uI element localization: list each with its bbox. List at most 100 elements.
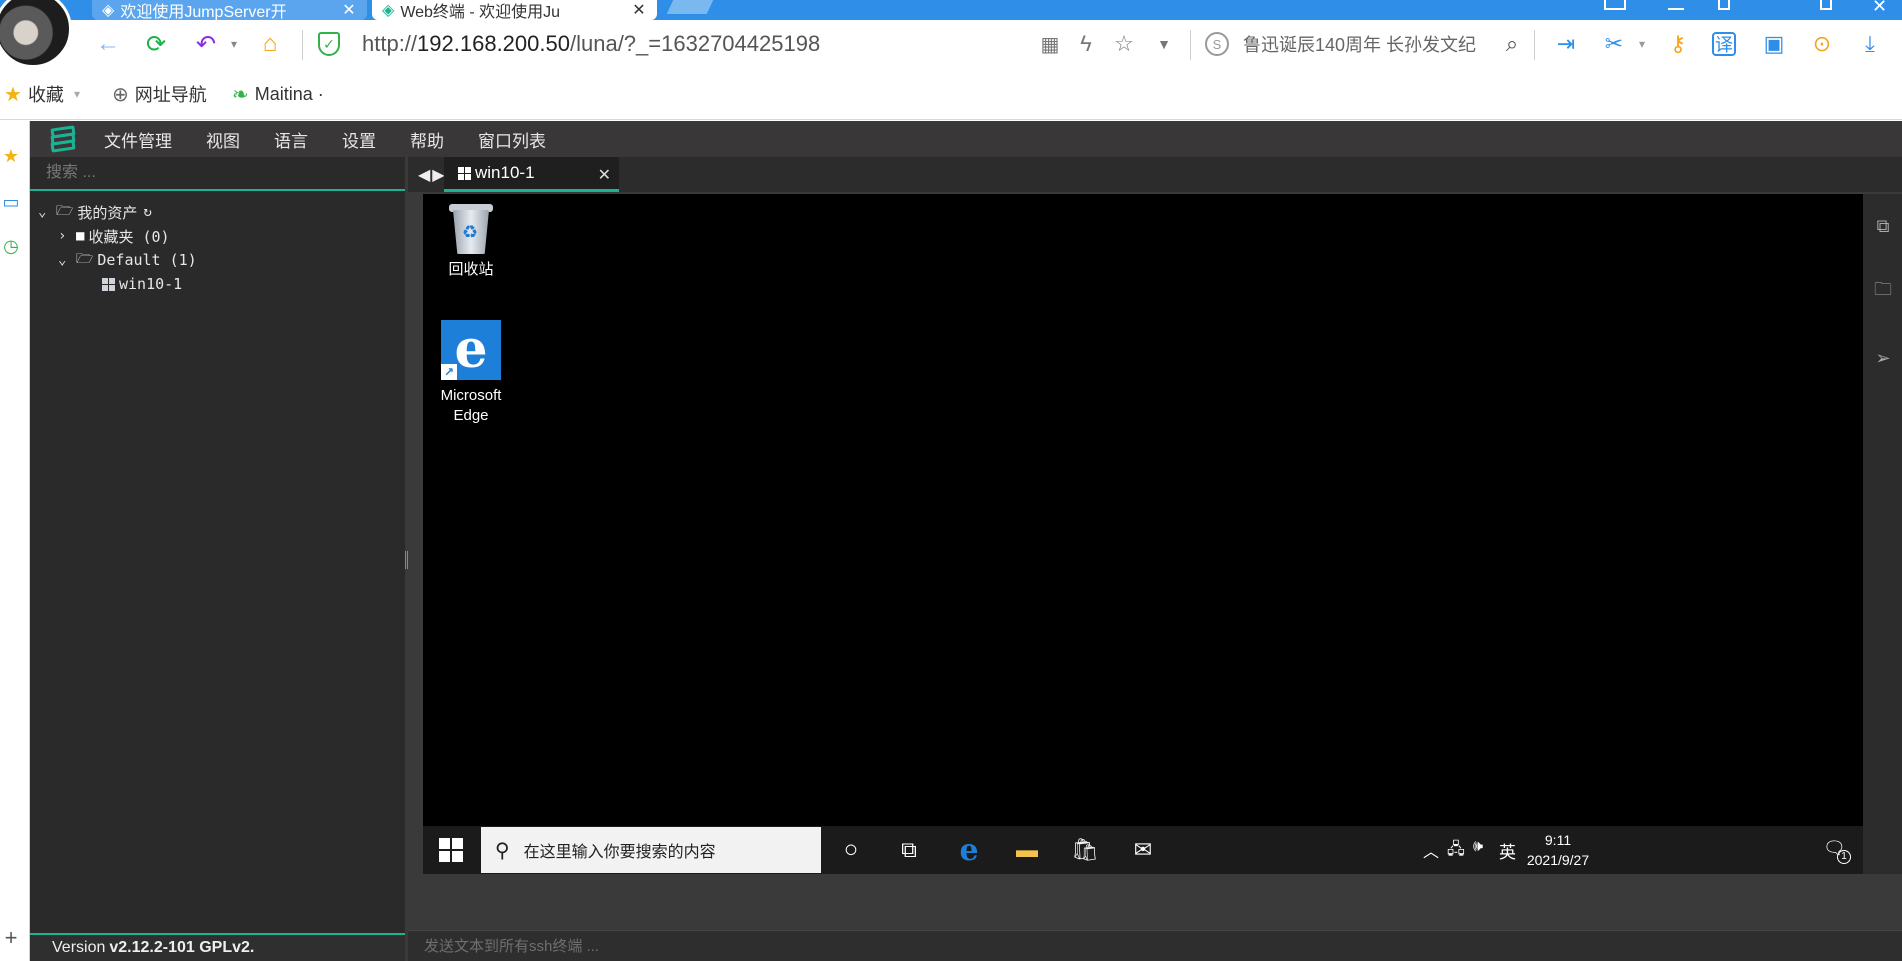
windows-taskbar: ⚲ 在这里输入你要搜索的内容 ○ ⧉ e ▬ 🛍 ✉ ︿ 🖧 🕪 英 9:11 …	[423, 826, 1863, 874]
browser-sidebar: ★ ▭ ◷ +	[0, 121, 30, 961]
version-number: v2.12.2-101 GPLv2.	[109, 939, 255, 956]
task-view-icon[interactable]: ⧉	[893, 834, 925, 866]
more-icon[interactable]: ⊙	[1808, 30, 1836, 58]
home-icon[interactable]: ⌂	[254, 28, 286, 60]
maximize-icon[interactable]	[1718, 0, 1730, 10]
tree-node-default[interactable]: ⌄ 🗁 Default (1)	[58, 249, 197, 271]
network-icon[interactable]: 🖧	[1447, 838, 1465, 865]
file-explorer-icon[interactable]: ▬	[1011, 834, 1043, 866]
broadcast-text-input[interactable]	[408, 931, 1902, 961]
tree-node-favorites[interactable]: › ■ 收藏夹 (0)	[58, 225, 170, 247]
translate-icon[interactable]: 译	[1712, 32, 1736, 56]
remote-desktop[interactable]: ♻ 回收站 e ↗ Microsoft Edge	[423, 194, 1863, 874]
asset-search-input[interactable]	[30, 157, 405, 189]
edge-icon[interactable]: e	[953, 833, 985, 868]
lightning-icon[interactable]: ϟ	[1072, 30, 1100, 58]
taskbar-search[interactable]: ⚲ 在这里输入你要搜索的内容	[481, 827, 821, 873]
restore-icon[interactable]	[1820, 0, 1832, 10]
chevron-down-icon[interactable]: ⌄	[38, 204, 56, 220]
back-arrow-icon[interactable]: ←	[92, 28, 124, 60]
nav-divider	[1190, 30, 1191, 60]
store-icon[interactable]: 🛍	[1069, 834, 1101, 866]
nav-divider	[1534, 30, 1535, 60]
send-icon[interactable]: ➢	[1873, 348, 1893, 368]
jumpserver-favicon-icon: ◈	[102, 2, 115, 19]
chevron-down-icon[interactable]: ▾	[218, 28, 250, 60]
tab-close-icon[interactable]: ✕	[341, 0, 357, 20]
windows-icon	[102, 277, 115, 291]
terminal-side-toolbar: ⧉ 🗀 ➢	[1863, 194, 1902, 874]
tree-node-label: Default (1)	[97, 251, 197, 269]
menu-view[interactable]: 视图	[206, 127, 240, 152]
tree-node-asset-win10[interactable]: win10-1	[102, 273, 182, 295]
bookmark-nav[interactable]: ⊕ 网址导航	[112, 82, 207, 106]
chevron-down-icon[interactable]: ▾	[1628, 30, 1656, 58]
browser-tab-title: 欢迎使用JumpServer开	[120, 4, 287, 20]
window-menu-icon[interactable]	[1604, 0, 1626, 10]
jumpserver-logo-icon	[48, 124, 78, 154]
menu-file-manager[interactable]: 文件管理	[104, 127, 172, 152]
menu-settings[interactable]: 设置	[342, 127, 376, 152]
download-icon[interactable]: ⤓	[1856, 30, 1884, 58]
windows-start-icon[interactable]	[439, 838, 463, 862]
bookmark-favorites[interactable]: ★ 收藏 ▾	[4, 82, 80, 106]
tab-scroll-arrows-icon[interactable]: ◀▶	[418, 165, 447, 185]
book-icon[interactable]: ▣	[1760, 30, 1788, 58]
reload-icon[interactable]: ⟳	[140, 28, 172, 60]
browser-tab-jumpserver[interactable]: ◈ 欢迎使用JumpServer开 ✕	[92, 0, 367, 20]
browser-tab-title: Web终端 - 欢迎使用Ju	[400, 4, 561, 20]
luna-menu-bar: 文件管理 视图 语言 设置 帮助 窗口列表	[30, 121, 1902, 157]
chevron-down-icon[interactable]: ⌄	[58, 252, 76, 268]
bookmark-maitina[interactable]: ❧ Maitina ·	[232, 82, 324, 106]
copy-icon[interactable]: ⧉	[1873, 216, 1893, 236]
favorites-star-icon[interactable]: ★	[0, 145, 22, 167]
jumpserver-favicon-icon: ◈	[382, 2, 395, 19]
browser-search-box[interactable]: S 鲁迅诞辰140周年 长孙发文纪	[1205, 28, 1525, 60]
scissors-icon[interactable]: ✂	[1600, 30, 1628, 58]
desktop-icon-recycle-bin[interactable]: ♻ 回收站	[426, 202, 516, 280]
tab-close-icon[interactable]: ✕	[631, 0, 647, 20]
menu-help[interactable]: 帮助	[410, 127, 444, 152]
monitor-icon[interactable]: ▭	[0, 191, 22, 213]
menu-window-list[interactable]: 窗口列表	[478, 127, 546, 152]
login-icon[interactable]: ⇥	[1552, 30, 1580, 58]
refresh-icon[interactable]: ↻	[143, 204, 151, 220]
window-close-icon[interactable]: ✕	[1872, 0, 1887, 17]
add-icon[interactable]: +	[0, 925, 22, 950]
mail-icon[interactable]: ✉	[1127, 834, 1159, 866]
session-tab-win10[interactable]: win10-1 ✕	[444, 157, 619, 192]
session-tab-bar: ◀▶ win10-1 ✕	[408, 157, 1902, 192]
browser-tab-web-terminal[interactable]: ◈ Web终端 - 欢迎使用Ju ✕	[372, 0, 657, 20]
desktop-icon-edge[interactable]: e ↗ Microsoft Edge	[426, 320, 516, 426]
bookmark-label: Maitina ·	[254, 83, 324, 104]
search-engine-icon[interactable]: S	[1205, 32, 1229, 56]
star-outline-icon[interactable]: ☆	[1110, 30, 1138, 58]
history-clock-icon[interactable]: ◷	[0, 235, 22, 257]
broadcast-input-bar	[408, 930, 1902, 961]
close-icon[interactable]: ✕	[598, 165, 611, 185]
menu-language[interactable]: 语言	[274, 127, 308, 152]
edge-icon: e ↗	[441, 320, 501, 380]
key-icon[interactable]: ⚷	[1664, 30, 1692, 58]
folder-icon[interactable]: 🗀	[1873, 279, 1893, 302]
tree-node-label: 收藏夹 (0)	[88, 227, 170, 246]
splitter-grip-icon[interactable]	[405, 551, 408, 569]
volume-icon[interactable]: 🕪	[1473, 838, 1483, 856]
chevron-right-icon[interactable]: ›	[58, 228, 76, 244]
address-url[interactable]: http://192.168.200.50/luna/?_=1632704425…	[362, 31, 820, 57]
bookmarks-bar: ★ 收藏 ▾ ⊕ 网址导航 ❧ Maitina ·	[0, 68, 1902, 120]
tree-node-my-assets[interactable]: ⌄ 🗁 我的资产 ↻	[38, 201, 152, 223]
qr-code-icon[interactable]: ▦	[1036, 30, 1064, 58]
search-suggestion[interactable]: 鲁迅诞辰140周年 长孙发文纪	[1243, 31, 1525, 57]
cortana-circle-icon[interactable]: ○	[835, 834, 867, 866]
new-tab-button[interactable]	[666, 0, 714, 14]
chevron-down-icon[interactable]: ▼	[1150, 30, 1178, 58]
minimize-icon[interactable]	[1668, 0, 1684, 10]
taskbar-clock[interactable]: 9:11 2021/9/27	[1513, 830, 1603, 870]
taskbar-search-placeholder: 在这里输入你要搜索的内容	[523, 844, 716, 861]
search-icon[interactable]: ⌕	[1498, 30, 1526, 58]
address-bar[interactable]: ✓ http://192.168.200.50/luna/?_=16327044…	[318, 28, 1058, 60]
browser-tab-bar: ◈ 欢迎使用JumpServer开 ✕ ◈ Web终端 - 欢迎使用Ju ✕ ✕	[0, 0, 1902, 20]
chevron-up-icon[interactable]: ︿	[1423, 838, 1439, 862]
desktop-icon-label: 回收站	[448, 261, 494, 278]
